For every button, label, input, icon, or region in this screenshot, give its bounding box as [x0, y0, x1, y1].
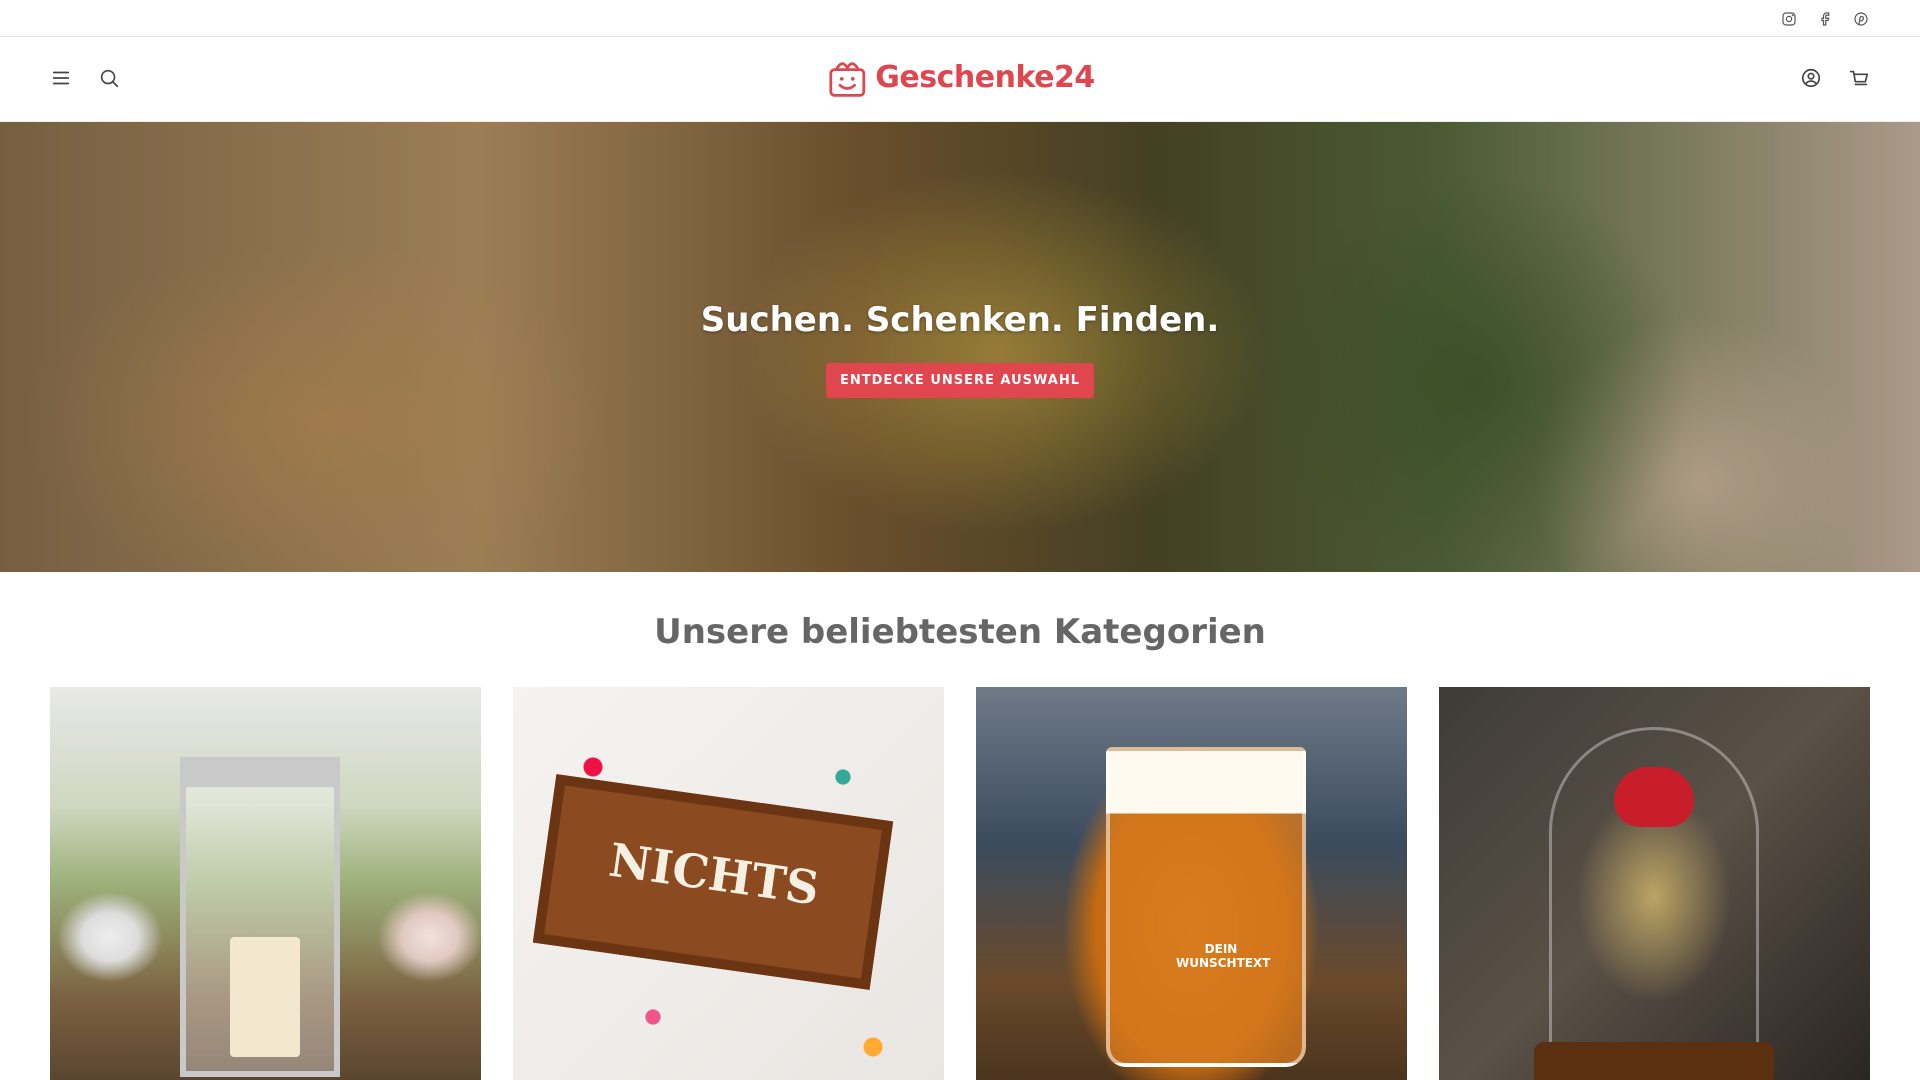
beer-mug-image [1106, 747, 1306, 1067]
pinterest-icon[interactable] [1850, 8, 1872, 30]
hero-banner: Suchen. Schenken. Finden. ENTDECKE UNSER… [0, 122, 1920, 572]
candle-image [230, 937, 300, 1057]
category-card-beer-mug[interactable]: DEIN WUNSCHTEXT [976, 687, 1407, 1080]
site-header: Geschenke24 [0, 37, 1920, 122]
discover-button[interactable]: ENTDECKE UNSERE AUSWAHL [826, 363, 1094, 398]
account-icon[interactable] [1798, 65, 1824, 91]
header-left [48, 65, 122, 91]
money-box-text: NICHTS [605, 832, 823, 916]
site-logo[interactable]: Geschenke24 [825, 55, 1095, 99]
category-card-money-gift[interactable]: NICHTS [513, 687, 944, 1080]
categories-title: Unsere beliebtesten Kategorien [654, 612, 1266, 652]
mug-text: DEIN WUNSCHTEXT [1176, 942, 1271, 970]
cart-icon[interactable] [1846, 65, 1872, 91]
header-right [1798, 65, 1872, 91]
social-links [1778, 8, 1872, 30]
category-card-rose[interactable] [1439, 687, 1870, 1080]
hero-image-flowers [0, 122, 1920, 572]
money-box-image: NICHTS [532, 774, 894, 990]
menu-icon[interactable] [48, 65, 74, 91]
search-icon[interactable] [96, 65, 122, 91]
wooden-base-image [1534, 1042, 1774, 1080]
gift-smiley-icon [829, 62, 866, 97]
category-grid: NICHTS DEIN WUNSCHTEXT [50, 687, 1870, 1080]
brand-name: Geschenke24 [875, 59, 1095, 95]
hero-title: Suchen. Schenken. Finden. [700, 300, 1220, 340]
rose-image [1614, 767, 1694, 827]
instagram-icon[interactable] [1778, 8, 1800, 30]
top-bar [0, 0, 1920, 37]
category-card-lantern[interactable] [50, 687, 481, 1080]
facebook-icon[interactable] [1814, 8, 1836, 30]
